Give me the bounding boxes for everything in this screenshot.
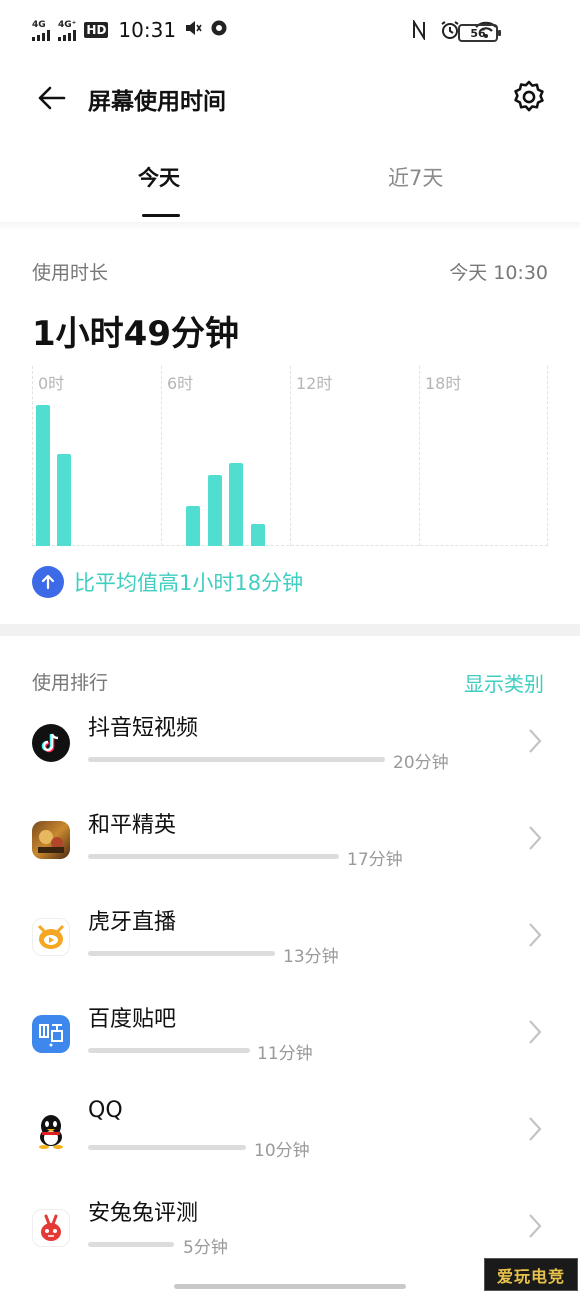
- chart-bar-hour-8: [207, 475, 222, 546]
- location-icon: [210, 19, 228, 41]
- app-row-peace-elite[interactable]: 和平精英 17分钟: [0, 803, 580, 899]
- app-name: QQ: [88, 1098, 123, 1123]
- tieba-icon: [32, 1015, 70, 1053]
- battery-icon: 56: [458, 24, 501, 42]
- usage-bar: [88, 1242, 174, 1247]
- app-name: 安兔兔评测: [88, 1201, 199, 1226]
- qq-icon: [32, 1112, 70, 1150]
- app-name: 百度贴吧: [88, 1007, 177, 1032]
- app-row-qq[interactable]: QQ 10分钟: [0, 1094, 580, 1190]
- hd-badge: HD: [84, 22, 109, 38]
- signal-1-icon: 4G: [32, 20, 50, 41]
- screen-time-page: 4G 4G⁺ HD 10:31 56 屏幕使用时间 今天 近7天 使用时长 今天…: [0, 0, 580, 1293]
- signal-1-tag: 4G: [32, 19, 46, 30]
- app-name: 虎牙直播: [88, 910, 177, 935]
- chevron-right-icon: [529, 826, 542, 850]
- app-row-douyin[interactable]: 抖音短视频 20分钟: [0, 706, 580, 802]
- chevron-right-icon: [529, 1117, 542, 1141]
- chart-tick-label: 6时: [167, 374, 194, 393]
- period-tabs: 今天 近7天: [0, 150, 580, 222]
- huya-icon: [32, 918, 70, 956]
- comparison-text: 比平均值高1小时18分钟: [74, 571, 304, 595]
- average-comparison: 比平均值高1小时18分钟: [32, 566, 303, 598]
- app-row-tieba[interactable]: 百度贴吧 11分钟: [0, 997, 580, 1093]
- usage-bar: [88, 951, 275, 956]
- hourly-usage-chart: 0时 6时 12时 18时: [32, 366, 548, 546]
- active-tab-indicator: [142, 214, 180, 217]
- app-usage-time: 20分钟: [393, 753, 449, 773]
- chevron-right-icon: [529, 923, 542, 947]
- status-left: 4G 4G⁺ HD 10:31: [32, 18, 228, 42]
- watermark-text: 爱玩电竞: [496, 1266, 565, 1286]
- signal-2-tag: 4G⁺: [58, 19, 77, 30]
- status-bar: 4G 4G⁺ HD 10:31 56: [0, 0, 580, 64]
- mute-icon: [184, 19, 202, 41]
- battery-level: 56: [470, 26, 486, 40]
- arrow-up-circle-icon: [32, 566, 64, 598]
- app-usage-time: 17分钟: [347, 850, 403, 870]
- chart-bar-hour-9: [229, 463, 244, 546]
- nfc-icon: [412, 18, 426, 44]
- chart-gridline: [419, 366, 420, 546]
- usage-bar: [88, 854, 339, 859]
- usage-duration-label: 使用时长: [32, 262, 109, 284]
- app-name: 和平精英: [88, 813, 177, 838]
- chart-baseline: [32, 545, 548, 546]
- chevron-right-icon: [529, 1214, 542, 1238]
- chevron-right-icon: [529, 1020, 542, 1044]
- chart-tick-label: 12时: [296, 374, 333, 393]
- chart-gridline: [290, 366, 291, 546]
- settings-gear-icon[interactable]: [510, 78, 548, 116]
- alarm-icon: [440, 20, 460, 44]
- peace-elite-icon: [32, 821, 70, 859]
- chevron-right-icon: [529, 729, 542, 753]
- chart-bar-hour-10: [250, 524, 265, 546]
- home-indicator[interactable]: [174, 1284, 406, 1289]
- ranking-label: 使用排行: [32, 672, 109, 694]
- chart-tick-label: 0时: [38, 374, 65, 393]
- tab-last-7-days[interactable]: 近7天: [388, 162, 443, 192]
- douyin-icon: [32, 724, 70, 762]
- section-divider: [0, 624, 580, 636]
- tab-today[interactable]: 今天: [138, 162, 180, 192]
- usage-total: 1小时49分钟: [32, 314, 239, 354]
- chart-bar-hour-0: [35, 405, 50, 546]
- tabs-divider: [0, 222, 580, 230]
- page-title: 屏幕使用时间: [88, 89, 226, 115]
- usage-bar: [88, 1145, 246, 1150]
- chart-gridline: [547, 366, 548, 546]
- site-watermark: 爱玩电竞: [484, 1258, 578, 1291]
- app-bar: 屏幕使用时间: [0, 68, 580, 128]
- app-row-huya[interactable]: 虎牙直播 13分钟: [0, 900, 580, 996]
- show-category-link[interactable]: 显示类别: [464, 668, 544, 697]
- status-time: 10:31: [118, 18, 177, 42]
- usage-bar: [88, 1048, 250, 1053]
- signal-2-icon: 4G⁺: [58, 20, 76, 41]
- chart-bar-hour-7: [186, 506, 201, 546]
- usage-bar: [88, 757, 385, 762]
- chart-tick-label: 18时: [425, 374, 462, 393]
- chart-bar-hour-1: [57, 454, 72, 546]
- chart-gridline: [161, 366, 162, 546]
- app-usage-time: 10分钟: [254, 1141, 310, 1161]
- chart-gridline: [32, 366, 33, 546]
- back-arrow-icon[interactable]: [34, 80, 70, 116]
- usage-date-time: 今天 10:30: [449, 262, 548, 284]
- app-usage-time: 5分钟: [183, 1238, 228, 1258]
- app-name: 抖音短视频: [88, 716, 199, 741]
- app-usage-time: 11分钟: [257, 1044, 313, 1064]
- antutu-icon: [32, 1209, 70, 1247]
- app-usage-time: 13分钟: [283, 947, 339, 967]
